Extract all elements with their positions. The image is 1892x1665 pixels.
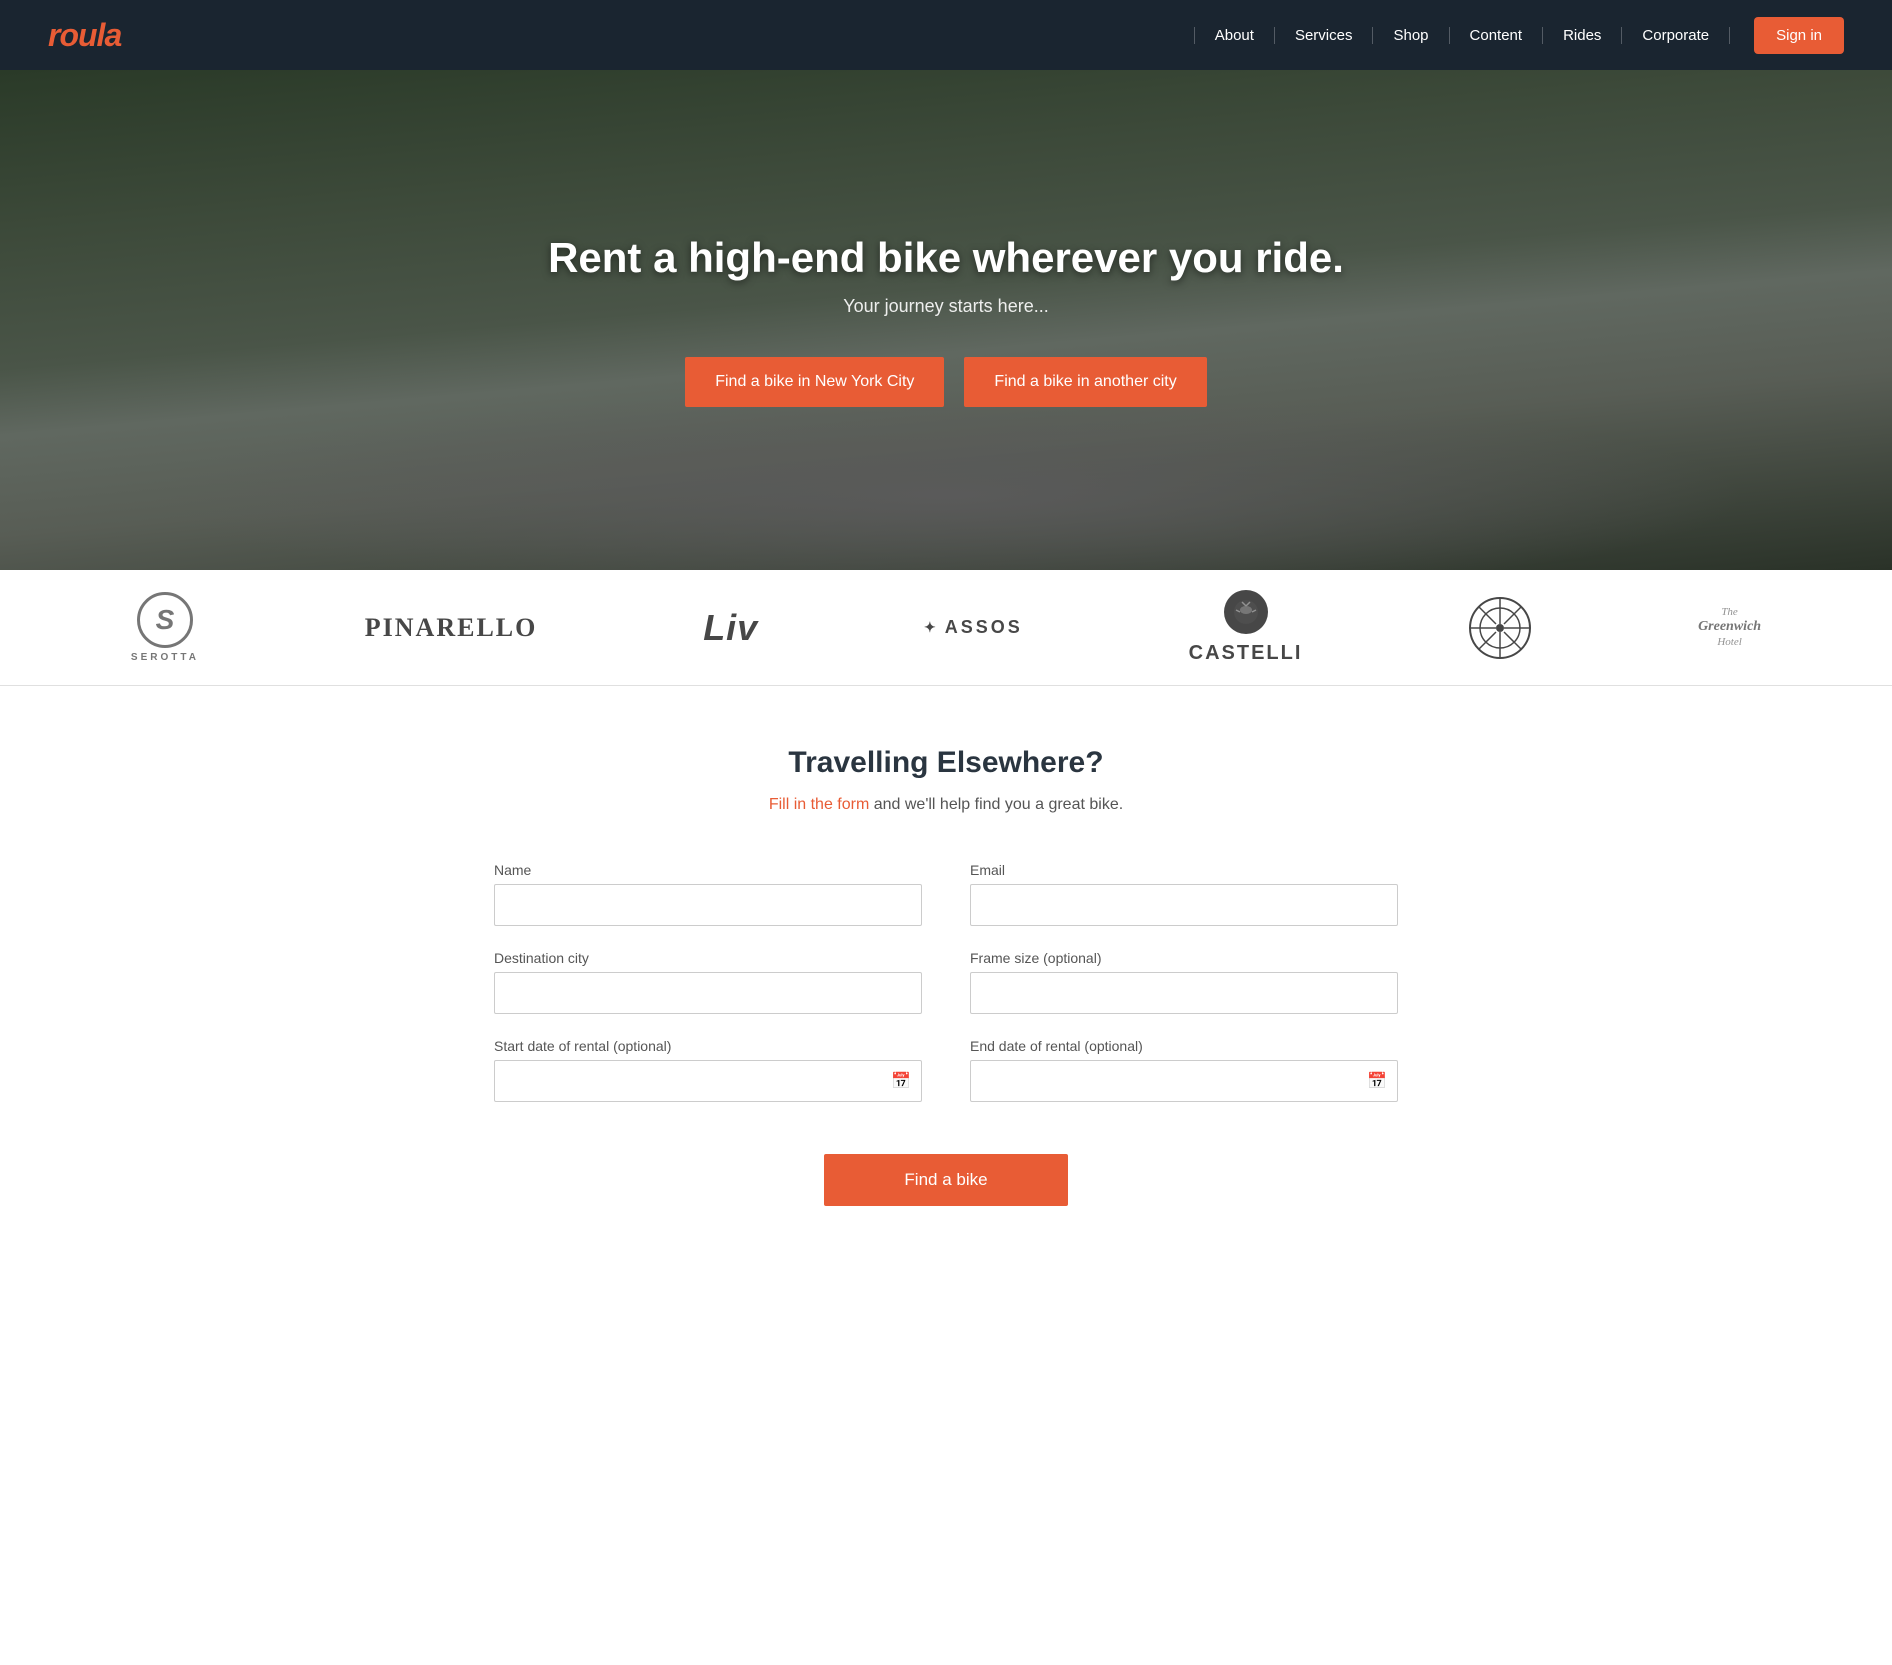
name-label: Name [494,862,922,878]
name-field: Name [494,862,922,926]
email-field: Email [970,862,1398,926]
start-date-calendar-icon: 📅 [891,1071,911,1091]
destination-input[interactable] [494,972,922,1014]
signin-button[interactable]: Sign in [1754,17,1844,54]
hero-title: Rent a high-end bike wherever you ride. [548,234,1344,282]
hero-content: Rent a high-end bike wherever you ride. … [548,234,1344,407]
email-label: Email [970,862,1398,878]
logo[interactable]: roula [48,17,121,54]
nav-links: About Services Shop Content Rides Corpor… [1194,17,1844,54]
frame-size-label: Frame size (optional) [970,950,1398,966]
nav-corporate[interactable]: Corporate [1622,27,1730,44]
brand-castelli: CASTELLI [1189,590,1303,665]
start-date-input[interactable] [505,1073,891,1089]
brand-liv: Liv [703,607,758,649]
brand-serotta: S SEROTTA [131,592,199,663]
brands-bar: S SEROTTA PINARELLO Liv ✦ ASSOS CASTELLI [0,570,1892,686]
end-date-input[interactable] [981,1073,1367,1089]
form-section-title: Travelling Elsewhere? [494,746,1398,780]
find-bike-other-button[interactable]: Find a bike in another city [964,357,1206,407]
start-date-wrapper[interactable]: 📅 [494,1060,922,1102]
assos-star-icon: ✦ [924,619,939,636]
nav-rides[interactable]: Rides [1543,27,1622,44]
form-section: Travelling Elsewhere? Fill in the form a… [446,686,1446,1286]
castelli-label: CASTELLI [1189,642,1303,665]
navbar: roula About Services Shop Content Rides … [0,0,1892,70]
nav-shop[interactable]: Shop [1373,27,1449,44]
nav-about[interactable]: About [1194,27,1275,44]
wheel-logo-icon [1468,596,1532,660]
find-bike-nyc-button[interactable]: Find a bike in New York City [685,357,944,407]
end-date-field: End date of rental (optional) 📅 [970,1038,1398,1102]
start-date-label: Start date of rental (optional) [494,1038,922,1054]
name-input[interactable] [494,884,922,926]
end-date-calendar-icon: 📅 [1367,1071,1387,1091]
find-bike-submit-button[interactable]: Find a bike [824,1154,1067,1206]
nav-services[interactable]: Services [1275,27,1374,44]
frame-size-field: Frame size (optional) [970,950,1398,1014]
hero-buttons: Find a bike in New York City Find a bike… [548,357,1344,407]
castelli-bug-icon [1232,598,1260,626]
hero-section: Rent a high-end bike wherever you ride. … [0,70,1892,570]
form-subtitle-link[interactable]: Fill in the form [769,796,869,813]
destination-field: Destination city [494,950,922,1014]
serotta-label: SEROTTA [131,652,199,663]
assos-label: ASSOS [945,617,1023,638]
end-date-label: End date of rental (optional) [970,1038,1398,1054]
brand-assos: ✦ ASSOS [924,617,1023,638]
start-date-field: Start date of rental (optional) 📅 [494,1038,922,1102]
hero-subtitle: Your journey starts here... [548,296,1344,317]
castelli-circle [1224,590,1268,634]
form-grid: Name Email Destination city Frame size (… [494,862,1398,1102]
form-section-subtitle: Fill in the form and we'll help find you… [494,796,1398,814]
brand-wheel-logo [1468,596,1532,660]
brand-pinarello: PINARELLO [365,613,538,643]
destination-label: Destination city [494,950,922,966]
email-input[interactable] [970,884,1398,926]
end-date-wrapper[interactable]: 📅 [970,1060,1398,1102]
nav-content[interactable]: Content [1450,27,1544,44]
serotta-logo: S [137,592,193,648]
brand-greenwich: The Greenwich Hotel [1698,606,1761,649]
frame-size-input[interactable] [970,972,1398,1014]
